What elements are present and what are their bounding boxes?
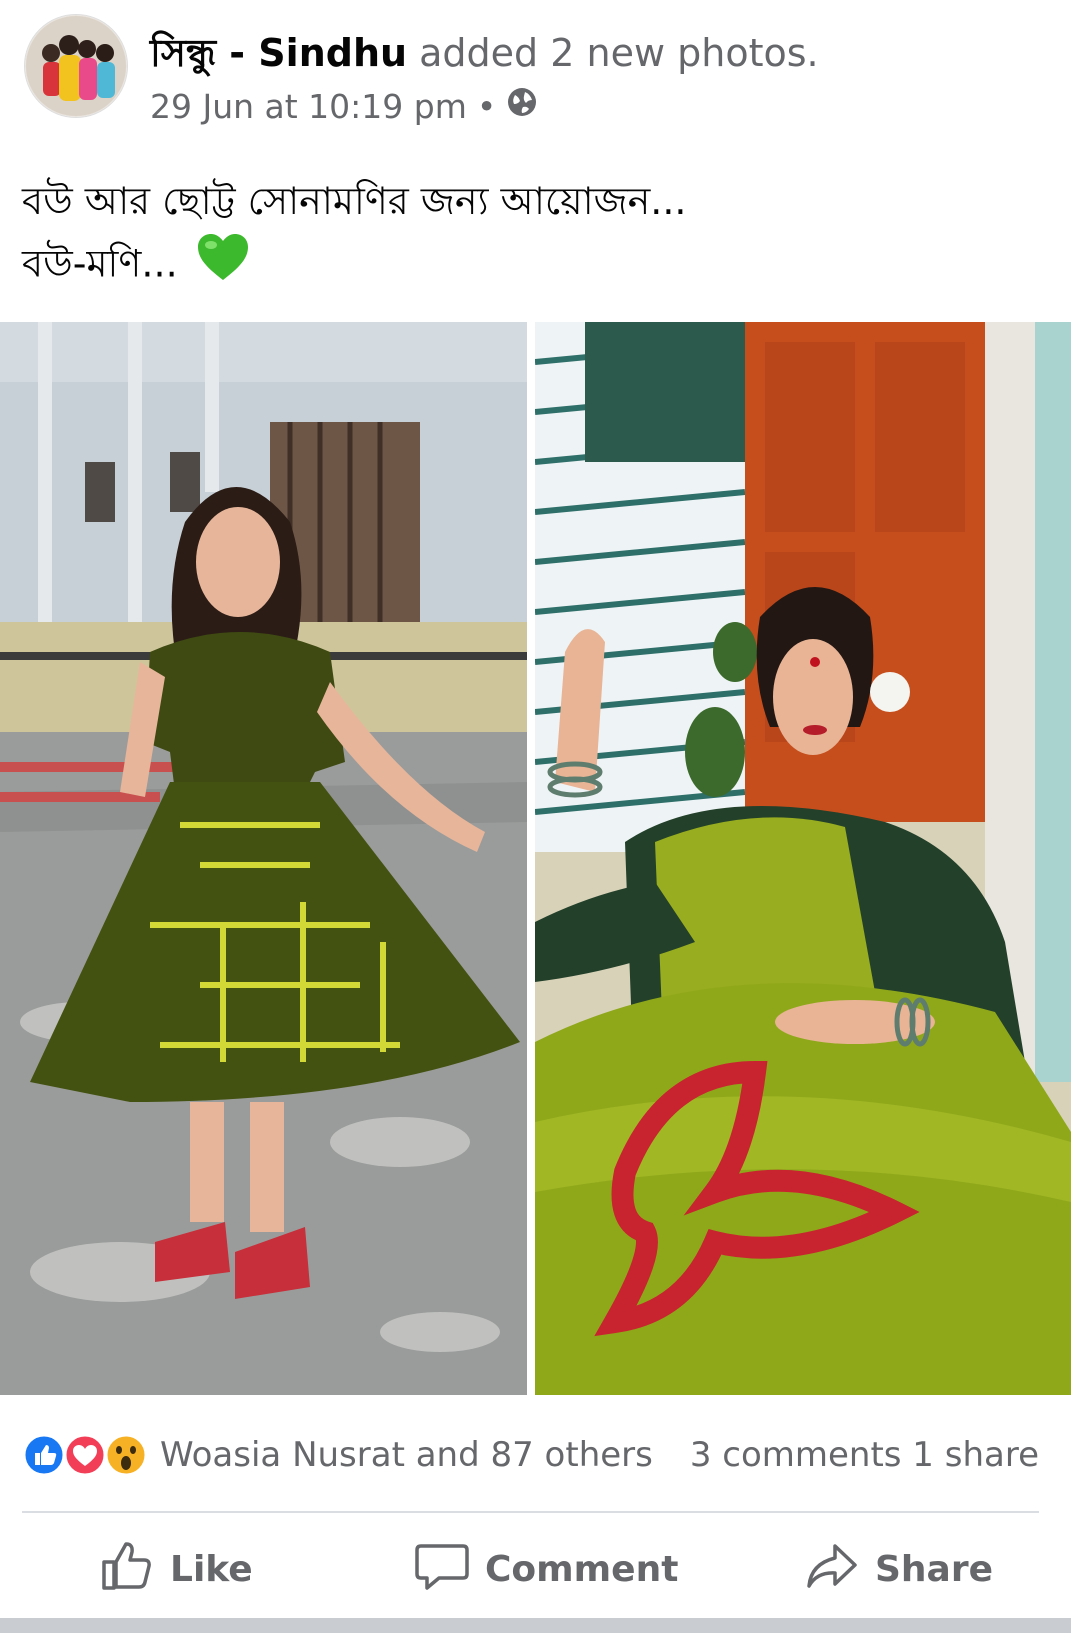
reaction-names[interactable]: Woasia Nusrat and 87 others	[160, 1435, 653, 1475]
reactions-bar[interactable]: Woasia Nusrat and 87 others 3 comments 1…	[0, 1405, 1071, 1505]
author-name[interactable]: সিন্ধু - Sindhu	[150, 31, 407, 75]
comment-label: Comment	[485, 1548, 679, 1590]
wow-reaction-icon	[104, 1433, 148, 1477]
post-header: সিন্ধু - Sindhu added 2 new photos. 29 J…	[0, 0, 1071, 140]
post-actions: Like Comment Share	[0, 1520, 1071, 1620]
reaction-icons[interactable]	[22, 1433, 152, 1477]
love-reaction-icon	[63, 1433, 107, 1477]
post-action-text: added 2 new photos.	[407, 31, 819, 75]
meta-separator: •	[476, 86, 497, 126]
comment-button[interactable]: Comment	[415, 1534, 678, 1604]
author-avatar[interactable]	[24, 14, 128, 118]
photo-girl-green-dress[interactable]	[0, 322, 527, 1395]
thumbs-up-icon	[100, 1538, 154, 1601]
photo-woman-green-saree[interactable]	[535, 322, 1071, 1395]
photo-grid	[0, 322, 1071, 1395]
like-reaction-icon	[22, 1433, 66, 1477]
post-caption: বউ আর ছোট্ট সোনামণির জন্য আয়োজন... বউ-ম…	[22, 170, 687, 300]
speech-bubble-icon	[415, 1538, 469, 1601]
share-button[interactable]: Share	[805, 1534, 993, 1604]
green-heart-icon	[196, 232, 250, 300]
post-timestamp[interactable]: 29 Jun at 10:19 pm	[150, 87, 467, 126]
author-line: সিন্ধু - Sindhu added 2 new photos.	[150, 24, 819, 88]
caption-line-1: বউ আর ছোট্ট সোনামণির জন্য আয়োজন...	[22, 179, 687, 223]
divider	[22, 1511, 1039, 1513]
globe-icon[interactable]	[506, 86, 538, 126]
like-label: Like	[170, 1548, 253, 1590]
post-meta: 29 Jun at 10:19 pm •	[150, 86, 538, 126]
comment-share-counts[interactable]: 3 comments 1 share	[690, 1435, 1039, 1475]
caption-line-2-wrap: বউ-মণি...	[22, 232, 687, 300]
feed-separator-bar	[0, 1618, 1071, 1633]
like-button[interactable]: Like	[100, 1534, 253, 1604]
share-label: Share	[875, 1548, 994, 1590]
share-arrow-icon	[805, 1538, 859, 1601]
caption-line-2: বউ-মণি...	[22, 241, 178, 286]
